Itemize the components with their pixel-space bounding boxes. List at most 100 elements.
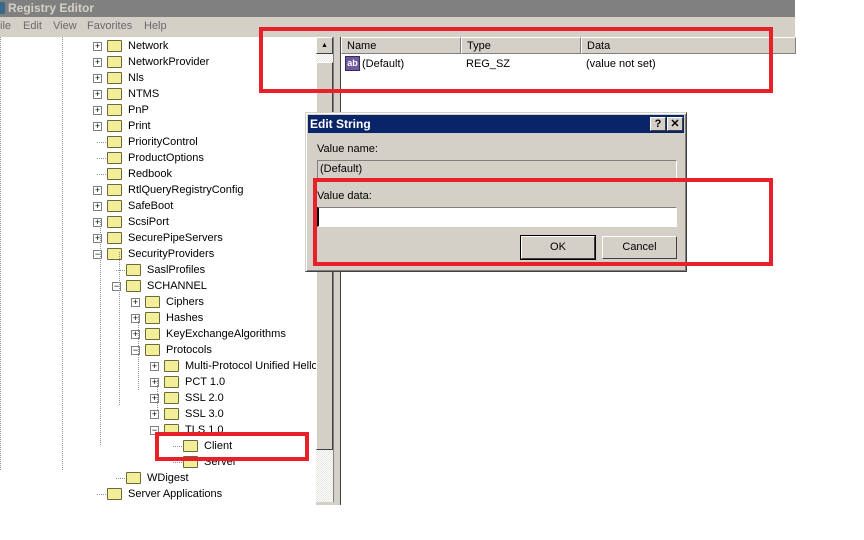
tree-connector (116, 478, 125, 479)
tree-item[interactable]: WDigest (0, 470, 316, 486)
tree-item-label: SecurityProviders (128, 248, 215, 260)
tree-item-label: SaslProfiles (147, 264, 206, 276)
folder-icon (126, 264, 141, 276)
tree-item-label: SSL 3.0 (185, 408, 224, 420)
tree-item-label: Redbook (128, 168, 173, 180)
tree-item[interactable]: ProductOptions (0, 150, 316, 166)
expand-icon[interactable]: + (150, 410, 159, 419)
dialog-title-bar: Edit String ? ✕ (308, 115, 684, 133)
menu-file[interactable]: ile (0, 17, 11, 36)
tree-item-label: WDigest (147, 472, 189, 484)
tree-item-label: PnP (128, 104, 149, 116)
folder-icon (107, 104, 122, 116)
tree-item[interactable]: + ScsiPort (0, 214, 316, 230)
tree-item[interactable]: + SSL 3.0 (0, 406, 316, 422)
tree-item[interactable]: SaslProfiles (0, 262, 316, 278)
tree-item[interactable]: + KeyExchangeAlgorithms (0, 326, 316, 342)
tree-item-label: Nls (128, 72, 144, 84)
expand-icon[interactable]: + (93, 90, 102, 99)
tree-item-label: SCHANNEL (147, 280, 207, 292)
folder-icon (145, 328, 160, 340)
folder-icon (164, 376, 179, 388)
folder-icon (145, 296, 160, 308)
expand-icon[interactable]: + (93, 122, 102, 131)
folder-icon (107, 168, 122, 180)
folder-icon (107, 136, 122, 148)
tree-item-label: NetworkProvider (128, 56, 210, 68)
folder-icon (145, 344, 160, 356)
tree-connector (119, 252, 120, 405)
tree-connector (62, 37, 63, 470)
folder-icon (164, 392, 179, 404)
annotation-box-value-data (313, 178, 773, 266)
window-title: Registry Editor (8, 1, 95, 15)
menu-favorites[interactable]: Favorites (87, 17, 132, 36)
tree-connector (97, 158, 106, 159)
tree-item-label: Network (128, 40, 169, 52)
tree-item-label: SecurePipeServers (128, 232, 223, 244)
expand-icon[interactable]: + (93, 186, 102, 195)
registry-editor-icon (0, 2, 5, 14)
folder-icon (107, 200, 122, 212)
folder-icon (145, 312, 160, 324)
tree-item-label: ScsiPort (128, 216, 169, 228)
tree-item[interactable]: − SecurityProviders (0, 246, 316, 262)
help-button[interactable]: ? (650, 117, 666, 131)
expand-icon[interactable]: + (93, 202, 102, 211)
tree-item[interactable]: + Multi-Protocol Unified Hello (0, 358, 316, 374)
value-name-field: (Default) (317, 160, 677, 180)
tree-item[interactable]: + Ciphers (0, 294, 316, 310)
dialog-title: Edit String (310, 117, 371, 131)
expand-icon[interactable]: + (93, 106, 102, 115)
tree-connector (100, 220, 101, 445)
title-bar: Registry Editor (0, 0, 795, 17)
tree-item-label: Print (128, 120, 151, 132)
menu-edit[interactable]: Edit (23, 17, 42, 36)
folder-icon (126, 472, 141, 484)
tree-item[interactable]: + Hashes (0, 310, 316, 326)
tree-item[interactable]: Server Applications (0, 486, 316, 502)
tree-item[interactable]: + PCT 1.0 (0, 374, 316, 390)
tree-item[interactable]: + SafeBoot (0, 198, 316, 214)
tree-connector (157, 380, 158, 410)
folder-icon (107, 152, 122, 164)
tree-item-label: Server Applications (128, 488, 223, 500)
tree-connector (138, 316, 139, 390)
menu-help[interactable]: Help (144, 17, 167, 36)
tree-item-label: RtlQueryRegistryConfig (128, 184, 244, 196)
tree-item-label: PCT 1.0 (185, 376, 226, 388)
folder-icon (107, 488, 122, 500)
tree-item[interactable]: + SecurePipeServers (0, 230, 316, 246)
expand-icon[interactable]: + (150, 362, 159, 371)
expand-icon[interactable]: + (131, 298, 140, 307)
folder-icon (107, 216, 122, 228)
tree-item[interactable]: + Print (0, 118, 316, 134)
tree-item-label: KeyExchangeAlgorithms (166, 328, 286, 340)
tree-item[interactable]: PriorityControl (0, 134, 316, 150)
tree-item-label: SSL 2.0 (185, 392, 224, 404)
tree-connector (116, 270, 125, 271)
folder-icon (107, 40, 122, 52)
tree-item-label: NTMS (128, 88, 160, 100)
tree-item-label: Protocols (166, 344, 212, 356)
menu-view[interactable]: View (53, 17, 77, 36)
tree-connector (0, 37, 1, 470)
annotation-box-list-header (259, 27, 773, 93)
tree-item[interactable]: − Protocols (0, 342, 316, 358)
tree-item[interactable]: Redbook (0, 166, 316, 182)
tree-item-label: SafeBoot (128, 200, 174, 212)
expand-icon[interactable]: + (93, 74, 102, 83)
tree-item[interactable]: + PnP (0, 102, 316, 118)
tree-item[interactable]: + SSL 2.0 (0, 390, 316, 406)
close-button[interactable]: ✕ (667, 117, 683, 131)
folder-icon (107, 72, 122, 84)
expand-icon[interactable]: + (93, 42, 102, 51)
tree-connector (97, 494, 106, 495)
folder-icon (126, 280, 141, 292)
tree-item-label: PriorityControl (128, 136, 198, 148)
tree-connector (173, 462, 182, 463)
tree-item[interactable]: − SCHANNEL (0, 278, 316, 294)
tree-item[interactable]: + RtlQueryRegistryConfig (0, 182, 316, 198)
expand-icon[interactable]: + (93, 58, 102, 67)
tree-item-label: Ciphers (166, 296, 204, 308)
